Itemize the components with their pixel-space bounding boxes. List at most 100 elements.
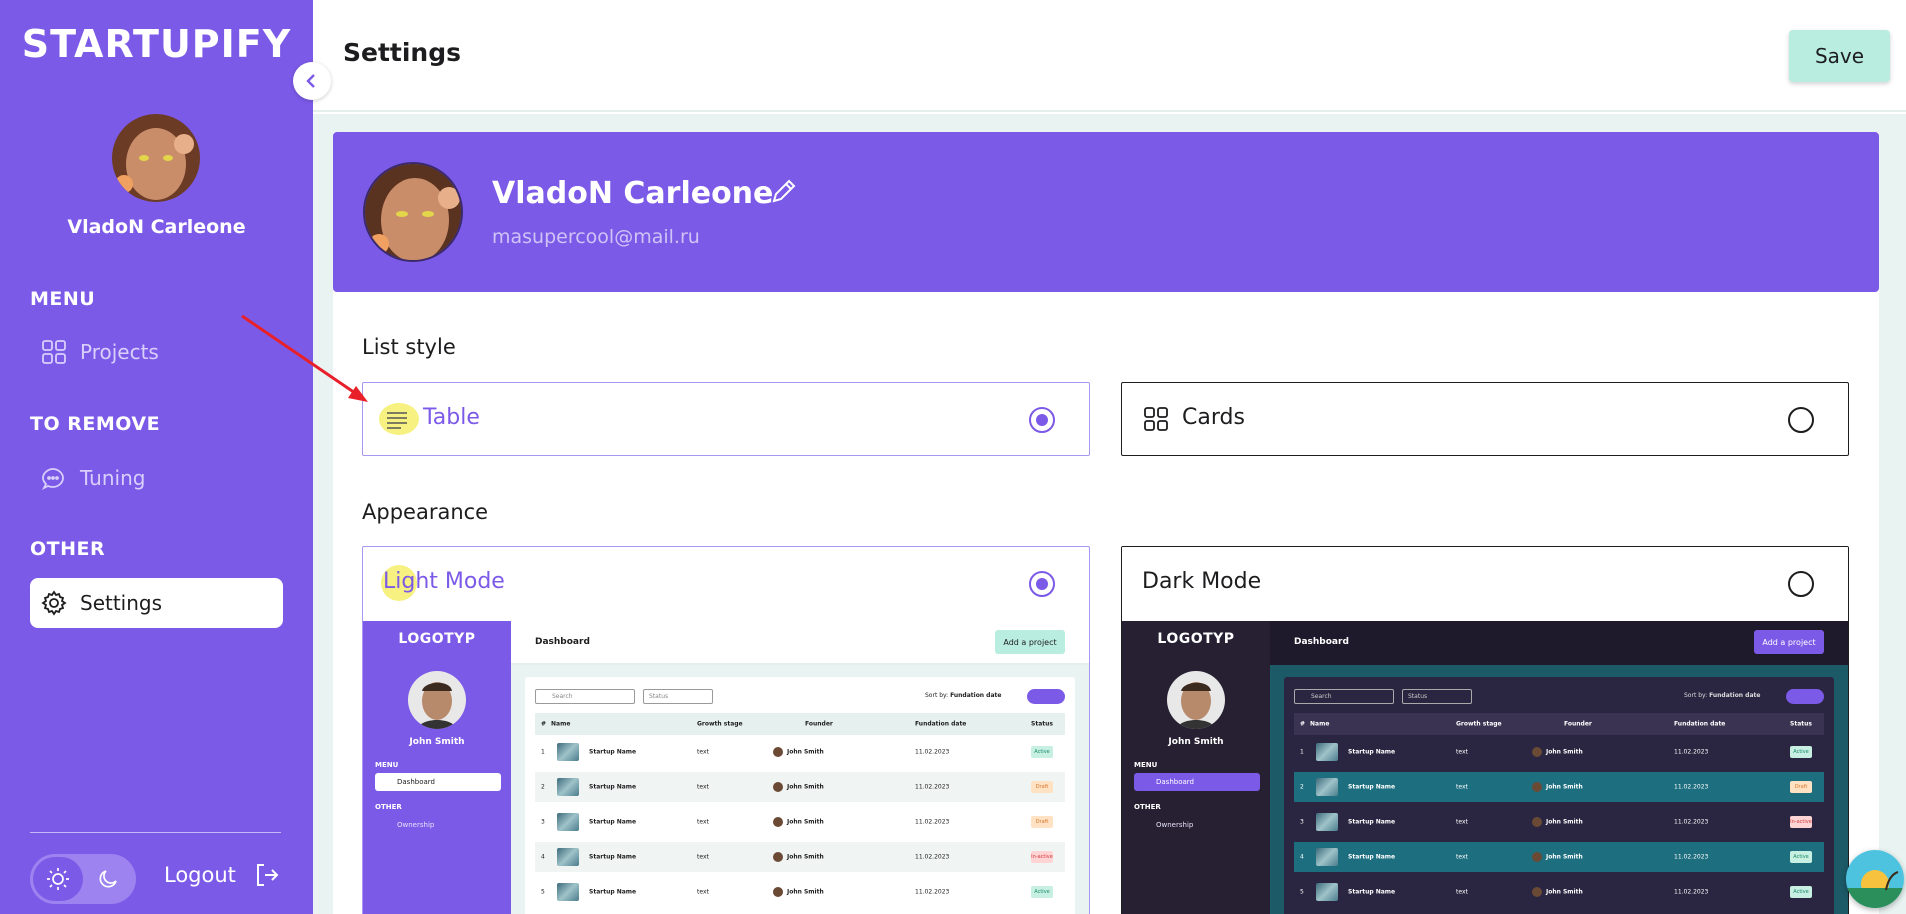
preview-table-row: 3 Startup Name text John Smith 11.02.2023 In-… bbox=[1294, 807, 1824, 837]
main-content: VladoN Carleone masupercool@mail.ru List… bbox=[313, 114, 1906, 914]
founder-name: John Smith bbox=[787, 783, 824, 791]
profile-banner: VladoN Carleone masupercool@mail.ru bbox=[333, 132, 1879, 292]
to-remove-section-title: TO REMOVE bbox=[30, 413, 161, 435]
founder-avatar bbox=[1532, 887, 1542, 897]
theme-toggle[interactable] bbox=[30, 854, 136, 904]
status-badge: Draft bbox=[1031, 816, 1053, 828]
option-label: Cards bbox=[1182, 405, 1245, 430]
preview-table-row: 5 Startup Name text John Smith 11.02.2023 Act… bbox=[535, 877, 1065, 907]
preview-logo: LOGOTYP bbox=[1157, 631, 1235, 647]
radio-selected[interactable] bbox=[1029, 407, 1055, 433]
preview-user-name: John Smith bbox=[409, 737, 465, 747]
fundation-date: 11.02.2023 bbox=[915, 818, 950, 826]
founder-name: John Smith bbox=[787, 888, 824, 896]
founder-avatar bbox=[773, 782, 783, 792]
startup-thumbnail bbox=[557, 848, 579, 866]
founder-avatar bbox=[1532, 747, 1542, 757]
preview-dashboard-item: Dashboard bbox=[375, 773, 501, 791]
assistant-badge-icon[interactable] bbox=[1846, 850, 1904, 908]
preview-header: Dashboard Add a project bbox=[511, 621, 1089, 665]
startup-name: Startup Name bbox=[1348, 888, 1396, 896]
row-number: 1 bbox=[1300, 748, 1304, 756]
row-number: 3 bbox=[1300, 818, 1304, 826]
list-style-table-option[interactable]: Table bbox=[362, 382, 1090, 456]
pencil-icon[interactable] bbox=[769, 176, 799, 206]
startup-thumbnail bbox=[1316, 813, 1338, 831]
light-mode-preview: LOGOTYP John Smith MENU Dashboard OTHER … bbox=[363, 621, 1089, 914]
founder-avatar bbox=[1532, 852, 1542, 862]
list-style-label: List style bbox=[362, 335, 456, 359]
preview-sidebar: LOGOTYP John Smith MENU Dashboard OTHER … bbox=[363, 621, 511, 914]
startup-thumbnail bbox=[1316, 883, 1338, 901]
growth-stage: text bbox=[697, 853, 709, 861]
fundation-date: 11.02.2023 bbox=[1674, 853, 1709, 861]
preview-table-header: # Name Growth stage Founder Fundation da… bbox=[1294, 713, 1824, 735]
profile-name: VladoN Carleone bbox=[492, 176, 774, 211]
startup-thumbnail bbox=[557, 778, 579, 796]
preview-logo: LOGOTYP bbox=[398, 631, 476, 647]
startup-thumbnail bbox=[557, 883, 579, 901]
startup-thumbnail bbox=[557, 813, 579, 831]
growth-stage: text bbox=[697, 748, 709, 756]
gear-icon bbox=[41, 590, 67, 616]
growth-stage: text bbox=[1456, 818, 1468, 826]
growth-stage: text bbox=[697, 888, 709, 896]
radio-unselected[interactable] bbox=[1788, 571, 1814, 597]
moon-icon[interactable] bbox=[83, 857, 133, 901]
startup-name: Startup Name bbox=[1348, 818, 1396, 826]
dark-mode-preview: LOGOTYP John Smith MENU Dashboard OTHER … bbox=[1122, 621, 1848, 914]
sun-icon[interactable] bbox=[33, 857, 83, 901]
light-mode-option[interactable]: Light Mode LOGOTYP John Smith MENU Dashb… bbox=[362, 546, 1090, 914]
radio-selected[interactable] bbox=[1029, 571, 1055, 597]
save-button[interactable]: Save bbox=[1789, 30, 1890, 82]
profile-avatar[interactable] bbox=[363, 162, 463, 262]
founder-name: John Smith bbox=[787, 853, 824, 861]
status-badge: Active bbox=[1031, 886, 1053, 898]
status-badge: In-active bbox=[1790, 816, 1812, 828]
option-label: Light Mode bbox=[383, 569, 505, 594]
sidebar-item-settings[interactable]: Settings bbox=[30, 578, 283, 628]
logout-button[interactable]: Logout bbox=[164, 862, 280, 888]
preview-sort: Sort by: Fundation date bbox=[1684, 692, 1761, 699]
list-style-cards-option[interactable]: Cards bbox=[1121, 382, 1849, 456]
founder-name: John Smith bbox=[1546, 783, 1583, 791]
preview-avatar bbox=[1167, 671, 1225, 729]
row-number: 3 bbox=[541, 818, 545, 826]
grid-icon bbox=[42, 340, 66, 364]
fundation-date: 11.02.2023 bbox=[1674, 888, 1709, 896]
startup-name: Startup Name bbox=[589, 748, 637, 756]
sidebar-item-tuning[interactable]: Tuning bbox=[30, 453, 283, 503]
preview-search: Search bbox=[535, 689, 635, 704]
status-badge: Draft bbox=[1031, 781, 1053, 793]
row-number: 5 bbox=[541, 888, 545, 896]
preview-table-row: 1 Startup Name text John Smith 11.02.2023 Act… bbox=[1294, 737, 1824, 767]
fundation-date: 11.02.2023 bbox=[915, 748, 950, 756]
founder-avatar bbox=[1532, 817, 1542, 827]
row-number: 4 bbox=[541, 853, 545, 861]
preview-table-header: # Name Growth stage Founder Fundation da… bbox=[535, 713, 1065, 735]
preview-table-row: 5 Startup Name text John Smith 11.02.2023 Act… bbox=[1294, 877, 1824, 907]
growth-stage: text bbox=[1456, 853, 1468, 861]
preview-add-button: Add a project bbox=[1754, 630, 1824, 654]
dark-mode-option[interactable]: Dark Mode LOGOTYP John Smith MENU Dashbo… bbox=[1121, 546, 1849, 914]
user-avatar[interactable] bbox=[112, 114, 200, 202]
user-name: VladoN Carleone bbox=[67, 216, 246, 238]
collapse-sidebar-button[interactable] bbox=[293, 62, 331, 100]
preview-header: Dashboard Add a project bbox=[1270, 621, 1848, 665]
fundation-date: 11.02.2023 bbox=[915, 783, 950, 791]
sidebar-item-label: Settings bbox=[80, 591, 163, 615]
preview-avatar bbox=[408, 671, 466, 729]
preview-table-row: 4 Startup Name text John Smith 11.02.2023 Act… bbox=[1294, 842, 1824, 872]
option-label: Table bbox=[423, 405, 480, 430]
preview-user-name: John Smith bbox=[1168, 737, 1224, 747]
fundation-date: 11.02.2023 bbox=[915, 888, 950, 896]
preview-ownership-item: Ownership bbox=[1156, 821, 1194, 829]
growth-stage: text bbox=[1456, 748, 1468, 756]
preview-add-button: Add a project bbox=[995, 630, 1065, 654]
radio-unselected[interactable] bbox=[1788, 407, 1814, 433]
grid-icon bbox=[1144, 407, 1168, 431]
sidebar-item-projects[interactable]: Projects bbox=[30, 327, 283, 377]
startup-name: Startup Name bbox=[589, 888, 637, 896]
preview-table-row: 2 Startup Name text John Smith 11.02.2023 Dra… bbox=[535, 772, 1065, 802]
row-number: 5 bbox=[1300, 888, 1304, 896]
